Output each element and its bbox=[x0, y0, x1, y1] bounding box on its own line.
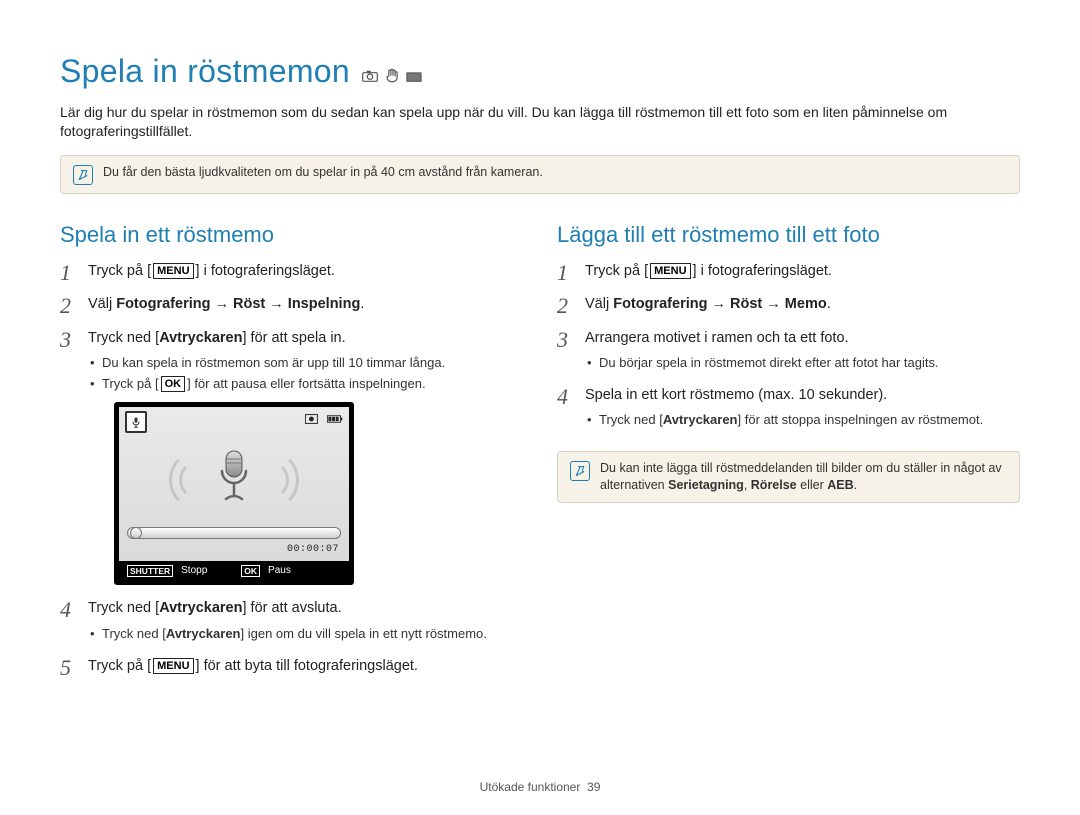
bullet: Du kan spela in röstmemon som är upp til… bbox=[90, 354, 523, 372]
step-number: 3 bbox=[557, 325, 568, 355]
sub-bullets: Du börjar spela in röstmemot direkt efte… bbox=[585, 354, 1020, 372]
lcd-status-icons bbox=[119, 407, 349, 427]
note-text: Du får den bästa ljudkvaliteten om du sp… bbox=[103, 164, 543, 181]
ok-key: OK bbox=[241, 565, 260, 577]
step: 4 Spela in ett kort röstmemo (max. 10 se… bbox=[557, 386, 1020, 429]
step-text: Arrangera motivet i ramen och ta ett fot… bbox=[585, 330, 849, 346]
lcd-footer: SHUTTER Stopp OK Paus bbox=[119, 561, 349, 581]
step-text: Tryck på [MENU] i fotograferingsläget. bbox=[88, 263, 335, 279]
menu-key: MENU bbox=[650, 263, 690, 279]
note-text: Du kan inte lägga till röstmeddelanden t… bbox=[600, 460, 1007, 494]
step-text: Tryck ned [Avtryckaren] för att avsluta. bbox=[88, 600, 342, 616]
hand-icon bbox=[384, 68, 400, 82]
step-text: Tryck ned [Avtryckaren] för att spela in… bbox=[88, 330, 346, 346]
info-icon bbox=[73, 165, 93, 185]
step: 5 Tryck på [MENU] för att byta till foto… bbox=[60, 657, 523, 677]
title-mode-icons bbox=[362, 68, 422, 82]
lcd-mic-graphic bbox=[119, 427, 349, 527]
step-text: Tryck på [MENU] i fotograferingsläget. bbox=[585, 263, 832, 279]
note-audio-quality: Du får den bästa ljudkvaliteten om du sp… bbox=[60, 155, 1020, 194]
step-number: 1 bbox=[557, 258, 568, 288]
menu-key: MENU bbox=[153, 658, 193, 674]
title-row: Spela in röstmemon bbox=[60, 50, 1020, 93]
menu-key: MENU bbox=[153, 263, 193, 279]
step: 1 Tryck på [MENU] i fotograferingsläget. bbox=[557, 262, 1020, 282]
ok-action: Paus bbox=[268, 564, 291, 578]
left-steps: 1 Tryck på [MENU] i fotograferingsläget.… bbox=[60, 262, 523, 676]
ok-key: OK bbox=[161, 376, 186, 392]
step: 4 Tryck ned [Avtryckaren] för att avslut… bbox=[60, 599, 523, 642]
page-title: Spela in röstmemon bbox=[60, 50, 350, 93]
bullet: Tryck på [OK] för att pausa eller fortsä… bbox=[90, 375, 523, 393]
two-column-layout: Spela in ett röstmemo 1 Tryck på [MENU] … bbox=[60, 214, 1020, 690]
step-text: Spela in ett kort röstmemo (max. 10 seku… bbox=[585, 387, 887, 403]
bullet: Du börjar spela in röstmemot direkt efte… bbox=[587, 354, 1020, 372]
step-number: 3 bbox=[60, 325, 71, 355]
progress-bar bbox=[127, 527, 341, 539]
intro-text: Lär dig hur du spelar in röstmemon som d… bbox=[60, 103, 1020, 141]
step-text: Välj Fotografering → Röst → Memo. bbox=[585, 296, 831, 312]
bullet: Tryck ned [Avtryckaren] igen om du vill … bbox=[90, 625, 523, 643]
step: 3 Arrangera motivet i ramen och ta ett f… bbox=[557, 329, 1020, 372]
left-column: Spela in ett röstmemo 1 Tryck på [MENU] … bbox=[60, 214, 523, 690]
rec-icon bbox=[305, 411, 321, 425]
shutter-key: SHUTTER bbox=[127, 565, 173, 577]
step-number: 2 bbox=[557, 291, 568, 321]
step-text: Tryck på [MENU] för att byta till fotogr… bbox=[88, 658, 418, 674]
step-number: 4 bbox=[60, 595, 71, 625]
right-heading: Lägga till ett röstmemo till ett foto bbox=[557, 220, 1020, 250]
sub-bullets: Tryck ned [Avtryckaren] för att stoppa i… bbox=[585, 411, 1020, 429]
step-number: 1 bbox=[60, 258, 71, 288]
scene-icon bbox=[406, 68, 422, 82]
right-steps: 1 Tryck på [MENU] i fotograferingsläget.… bbox=[557, 262, 1020, 429]
camera-icon bbox=[362, 68, 378, 82]
mic-with-waves bbox=[149, 437, 319, 517]
step-text: Välj Fotografering → Röst → Inspelning. bbox=[88, 296, 364, 312]
sub-bullets: Du kan spela in röstmemon som är upp til… bbox=[88, 354, 523, 392]
step: 2 Välj Fotografering → Röst → Memo. bbox=[557, 295, 1020, 315]
step: 3 Tryck ned [Avtryckaren] för att spela … bbox=[60, 329, 523, 586]
bullet: Tryck ned [Avtryckaren] för att stoppa i… bbox=[587, 411, 1020, 429]
left-heading: Spela in ett röstmemo bbox=[60, 220, 523, 250]
step-number: 4 bbox=[557, 382, 568, 412]
battery-icon bbox=[327, 411, 343, 425]
lcd-preview: 00:00:07 SHUTTER Stopp OK Paus bbox=[114, 402, 354, 585]
footer-page-number: 39 bbox=[587, 780, 600, 794]
step-number: 2 bbox=[60, 291, 71, 321]
step: 1 Tryck på [MENU] i fotograferingsläget. bbox=[60, 262, 523, 282]
timer-value: 00:00:07 bbox=[119, 543, 349, 561]
shutter-action: Stopp bbox=[181, 564, 207, 578]
page-footer: Utökade funktioner 39 bbox=[0, 779, 1080, 795]
step-number: 5 bbox=[60, 653, 71, 683]
manual-page: Spela in röstmemon Lär dig hur du spelar… bbox=[0, 0, 1080, 720]
sub-bullets: Tryck ned [Avtryckaren] igen om du vill … bbox=[88, 625, 523, 643]
note-restriction: Du kan inte lägga till röstmeddelanden t… bbox=[557, 451, 1020, 503]
footer-section: Utökade funktioner bbox=[480, 780, 581, 794]
right-column: Lägga till ett röstmemo till ett foto 1 … bbox=[557, 214, 1020, 523]
info-icon bbox=[570, 461, 590, 481]
step: 2 Välj Fotografering → Röst → Inspelning… bbox=[60, 295, 523, 315]
